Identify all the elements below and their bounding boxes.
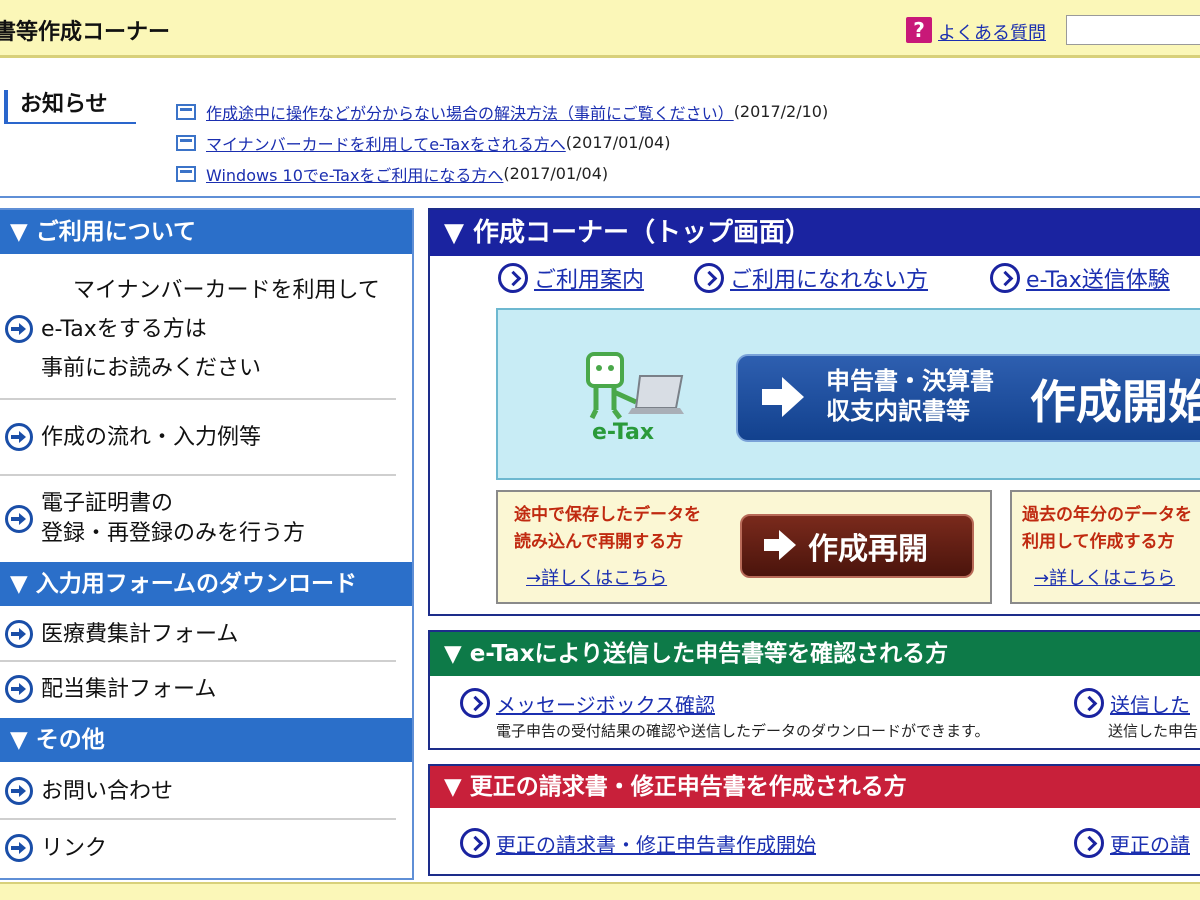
notice-date: (2017/2/10): [733, 102, 829, 121]
resume-creation-label: 作成再開: [808, 532, 928, 567]
past-year-detail-link[interactable]: →詳しくはこちら: [1034, 564, 1175, 590]
notice-item: Windows 10でe-Taxをご利用になる方へ (2017/01/04): [176, 158, 828, 189]
question-icon[interactable]: ?: [906, 17, 932, 43]
page-footer: [0, 882, 1200, 900]
menu-item-mynumber-label: マイナンバーカードを利用して e-Taxをする方は 事前にお読みください: [41, 277, 380, 381]
chevron-right-circle-icon: [1074, 688, 1104, 718]
menu-section-usage: ▼ ご利用について: [0, 210, 412, 254]
correction-panel: ▼ 更正の請求書・修正申告書を作成される方: [428, 764, 1200, 876]
arrow-right-circle-icon: [5, 620, 33, 648]
sent-data-description: 送信した申告: [1108, 722, 1199, 740]
arrow-right-circle-icon: [5, 423, 33, 451]
arrow-right-icon: [764, 528, 798, 562]
menu-item-flow[interactable]: 作成の流れ・入力例等: [0, 400, 396, 476]
notice-date: (2017/01/04): [565, 133, 671, 152]
arrow-right-circle-icon: [5, 834, 33, 862]
notice-item: 作成途中に操作などが分からない場合の解決方法（事前にご覧ください） (2017/…: [176, 96, 828, 127]
etax-trial-link[interactable]: e-Tax送信体験: [990, 262, 1170, 294]
correction-start-link[interactable]: 更正の請求書・修正申告書作成開始: [460, 828, 816, 858]
unavailable-link[interactable]: ご利用になれない方: [694, 262, 928, 294]
chevron-right-circle-icon: [990, 263, 1020, 293]
creation-corner-heading: ▼ 作成コーナー（トップ画面）: [430, 210, 1200, 256]
guide-link[interactable]: ご利用案内: [498, 262, 644, 294]
menu-item-medical-form-label: 医療費集計フォーム: [41, 621, 239, 647]
window-icon: [176, 165, 196, 182]
correction-second-link[interactable]: 更正の請: [1074, 828, 1190, 858]
menu-item-mynumber[interactable]: マイナンバーカードを利用して e-Taxをする方は 事前にお読みください: [0, 260, 396, 400]
window-icon: [176, 103, 196, 120]
etax-confirm-heading: ▼ e-Taxにより送信した申告書等を確認される方: [430, 632, 1200, 676]
notice-link[interactable]: マイナンバーカードを利用してe-Taxをされる方へ: [206, 131, 566, 155]
past-year-description: 過去の年分のデータを 利用して作成する方: [1022, 505, 1192, 552]
notice-label: お知らせ: [4, 90, 136, 124]
etax-logo-text: e-Tax: [592, 420, 655, 445]
arrow-right-circle-icon: [5, 675, 33, 703]
window-icon: [176, 134, 196, 151]
menu-item-certificate-label: 電子証明書の 登録・再登録のみを行う方: [41, 491, 306, 546]
menu-item-links-label: リンク: [41, 835, 108, 861]
message-box-link[interactable]: メッセージボックス確認: [460, 688, 715, 718]
sent-data-link[interactable]: 送信した: [1074, 688, 1190, 718]
resume-description: 途中で保存したデータを 読み込んで再開する方: [514, 505, 701, 552]
left-menu: ▼ ご利用について マイナンバーカードを利用して e-Taxをする方は 事前にお…: [0, 208, 414, 880]
menu-item-certificate[interactable]: 電子証明書の 登録・再登録のみを行う方: [0, 476, 396, 562]
menu-item-links[interactable]: リンク: [0, 820, 396, 876]
resume-detail-link[interactable]: →詳しくはこちら: [526, 564, 667, 590]
chevron-right-circle-icon: [460, 688, 490, 718]
notice-item: マイナンバーカードを利用してe-Taxをされる方へ (2017/01/04): [176, 127, 828, 158]
arrow-right-circle-icon: [5, 505, 33, 533]
notice-link[interactable]: Windows 10でe-Taxをご利用になる方へ: [206, 162, 503, 186]
menu-item-dividend-form[interactable]: 配当集計フォーム: [0, 662, 396, 716]
chevron-right-circle-icon: [460, 828, 490, 858]
start-creation-subtitle: 申告書・決算書 収支内訳書等: [826, 367, 994, 425]
notice-link[interactable]: 作成途中に操作などが分からない場合の解決方法（事前にご覧ください）: [206, 100, 734, 124]
menu-section-download: ▼ 入力用フォームのダウンロード: [0, 562, 412, 606]
chevron-right-circle-icon: [1074, 828, 1104, 858]
menu-item-dividend-form-label: 配当集計フォーム: [41, 676, 217, 702]
menu-item-flow-label: 作成の流れ・入力例等: [41, 424, 262, 450]
message-box-description: 電子申告の受付結果の確認や送信したデータのダウンロードができます。: [496, 722, 990, 740]
correction-heading: ▼ 更正の請求書・修正申告書を作成される方: [430, 766, 1200, 808]
start-creation-label: 作成開始: [1030, 375, 1200, 429]
notice-date: (2017/01/04): [503, 164, 609, 183]
menu-item-contact[interactable]: お問い合わせ: [0, 764, 396, 820]
arrow-right-icon: [760, 374, 806, 420]
notice-list: 作成途中に操作などが分からない場合の解決方法（事前にご覧ください） (2017/…: [176, 96, 828, 189]
arrow-right-circle-icon: [5, 777, 33, 805]
menu-section-other: ▼ その他: [0, 718, 412, 762]
arrow-right-circle-icon: [5, 315, 33, 343]
page-header: 書等作成コーナー ? よくある質問: [0, 0, 1200, 58]
menu-item-contact-label: お問い合わせ: [41, 778, 174, 804]
chevron-right-circle-icon: [694, 263, 724, 293]
chevron-right-circle-icon: [498, 263, 528, 293]
search-input[interactable]: [1066, 15, 1200, 45]
page-title: 書等作成コーナー: [0, 20, 171, 45]
faq-link[interactable]: よくある質問: [938, 19, 1046, 45]
menu-item-medical-form[interactable]: 医療費集計フォーム: [0, 608, 396, 662]
